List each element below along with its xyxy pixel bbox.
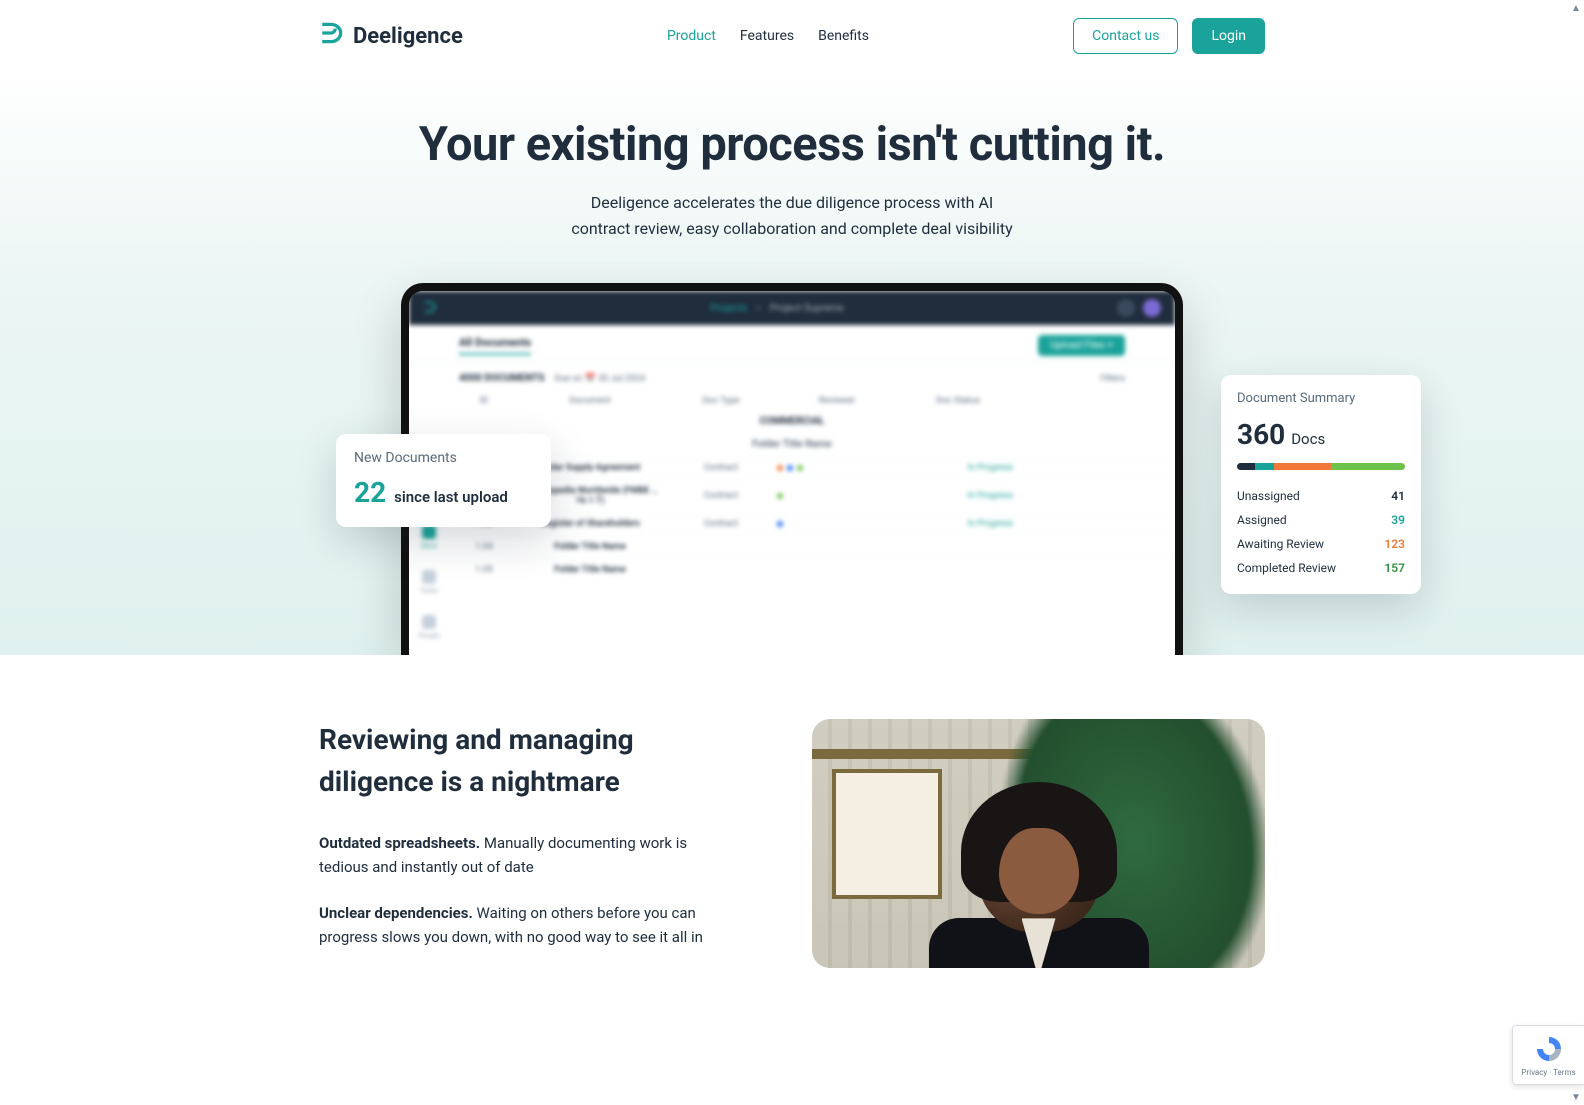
app-upload-button: Upload Files + xyxy=(1038,335,1125,356)
contact-us-button[interactable]: Contact us xyxy=(1073,18,1178,54)
new-documents-caption: since last upload xyxy=(394,488,508,506)
summary-line-completed: Completed Review 157 xyxy=(1237,556,1405,580)
table-row: 1.04 Folder Title Name xyxy=(409,535,1175,558)
table-row: 1.05 Folder Title Name xyxy=(409,558,1175,581)
nav-link-features[interactable]: Features xyxy=(740,28,794,44)
app-breadcrumbs: Projects › Project Supreme xyxy=(447,303,1107,314)
breadcrumb-project: Project Supreme xyxy=(770,303,844,314)
app-doc-due: Due on 📅 30 Jul 2024 xyxy=(555,374,646,384)
document-summary-count: 360 xyxy=(1237,418,1285,451)
document-summary-bar xyxy=(1237,463,1405,470)
document-summary-title: Document Summary xyxy=(1237,391,1405,406)
new-documents-card: New Documents 22 since last upload xyxy=(336,434,551,527)
recaptcha-badge[interactable]: Privacy · Terms xyxy=(1512,1025,1584,1085)
app-logo-icon xyxy=(423,299,437,318)
problem-para-2: Unclear dependencies. Waiting on others … xyxy=(319,901,719,949)
nav-links: Product Features Benefits xyxy=(667,28,869,44)
brand-name: Deeligence xyxy=(353,24,463,49)
app-topbar: Projects › Project Supreme xyxy=(409,291,1175,325)
new-documents-count: 22 xyxy=(354,476,386,509)
summary-seg-awaiting xyxy=(1274,463,1331,470)
col-reviewer: Reviewer xyxy=(777,396,897,406)
brand-logo-icon xyxy=(319,20,345,52)
app-section-commercial: COMMERCIAL xyxy=(409,410,1175,433)
col-doc: Document xyxy=(515,396,665,406)
hero-sub-line1: Deeligence accelerates the due diligence… xyxy=(591,193,994,212)
mock-stage: Projects › Project Supreme Docs Tasks Pe… xyxy=(319,263,1265,655)
new-documents-title: New Documents xyxy=(354,450,533,466)
scrollbar-down-icon[interactable]: ▼ xyxy=(1568,1089,1584,1105)
document-summary-card: Document Summary 360 Docs Unassigned 41 … xyxy=(1221,375,1421,594)
scrollbar-up-icon[interactable]: ▲ xyxy=(1568,0,1584,16)
breadcrumb-projects: Projects xyxy=(710,303,747,314)
app-filters: Filters xyxy=(1100,374,1125,384)
document-summary-unit: Docs xyxy=(1291,430,1325,448)
problem-section: Reviewing and managing diligence is a ni… xyxy=(0,655,1584,971)
top-nav: Deeligence Product Features Benefits Con… xyxy=(319,0,1265,72)
brand[interactable]: Deeligence xyxy=(319,20,463,52)
col-id: ID xyxy=(459,396,509,406)
hero-section: Your existing process isn't cutting it. … xyxy=(0,72,1584,655)
sidenav-item-docs: Docs xyxy=(421,525,437,550)
recaptcha-icon xyxy=(1534,1034,1564,1064)
problem-title: Reviewing and managing diligence is a ni… xyxy=(319,719,679,803)
summary-seg-unassigned xyxy=(1237,463,1255,470)
nav-link-benefits[interactable]: Benefits xyxy=(818,28,869,44)
bell-icon xyxy=(1117,299,1135,317)
app-tab-alldocs: All Documents xyxy=(459,336,531,355)
avatar xyxy=(1143,299,1161,317)
problem-photo xyxy=(812,719,1265,968)
sidenav-item-tasks: Tasks xyxy=(420,570,438,595)
login-button[interactable]: Login xyxy=(1192,18,1265,54)
summary-line-awaiting: Awaiting Review 123 xyxy=(1237,532,1405,556)
recaptcha-legal: Privacy · Terms xyxy=(1521,1068,1575,1077)
app-doc-count: 4000 DOCUMENTS xyxy=(459,373,545,384)
summary-line-unassigned: Unassigned 41 xyxy=(1237,484,1405,508)
hero-sub-line2: contract review, easy collaboration and … xyxy=(571,219,1012,238)
summary-seg-completed xyxy=(1331,463,1405,470)
hero-title: Your existing process isn't cutting it. xyxy=(319,117,1265,172)
summary-seg-assigned xyxy=(1255,463,1273,470)
nav-link-product[interactable]: Product xyxy=(667,28,716,44)
nav-cta-group: Contact us Login xyxy=(1073,18,1265,54)
summary-line-assigned: Assigned 39 xyxy=(1237,508,1405,532)
hero-subtitle: Deeligence accelerates the due diligence… xyxy=(319,190,1265,241)
col-type: Doc Type xyxy=(671,396,771,406)
problem-para-1: Outdated spreadsheets. Manually document… xyxy=(319,831,719,879)
col-status: Doc Status xyxy=(903,396,1013,406)
sidenav-item-people: People xyxy=(418,615,439,640)
